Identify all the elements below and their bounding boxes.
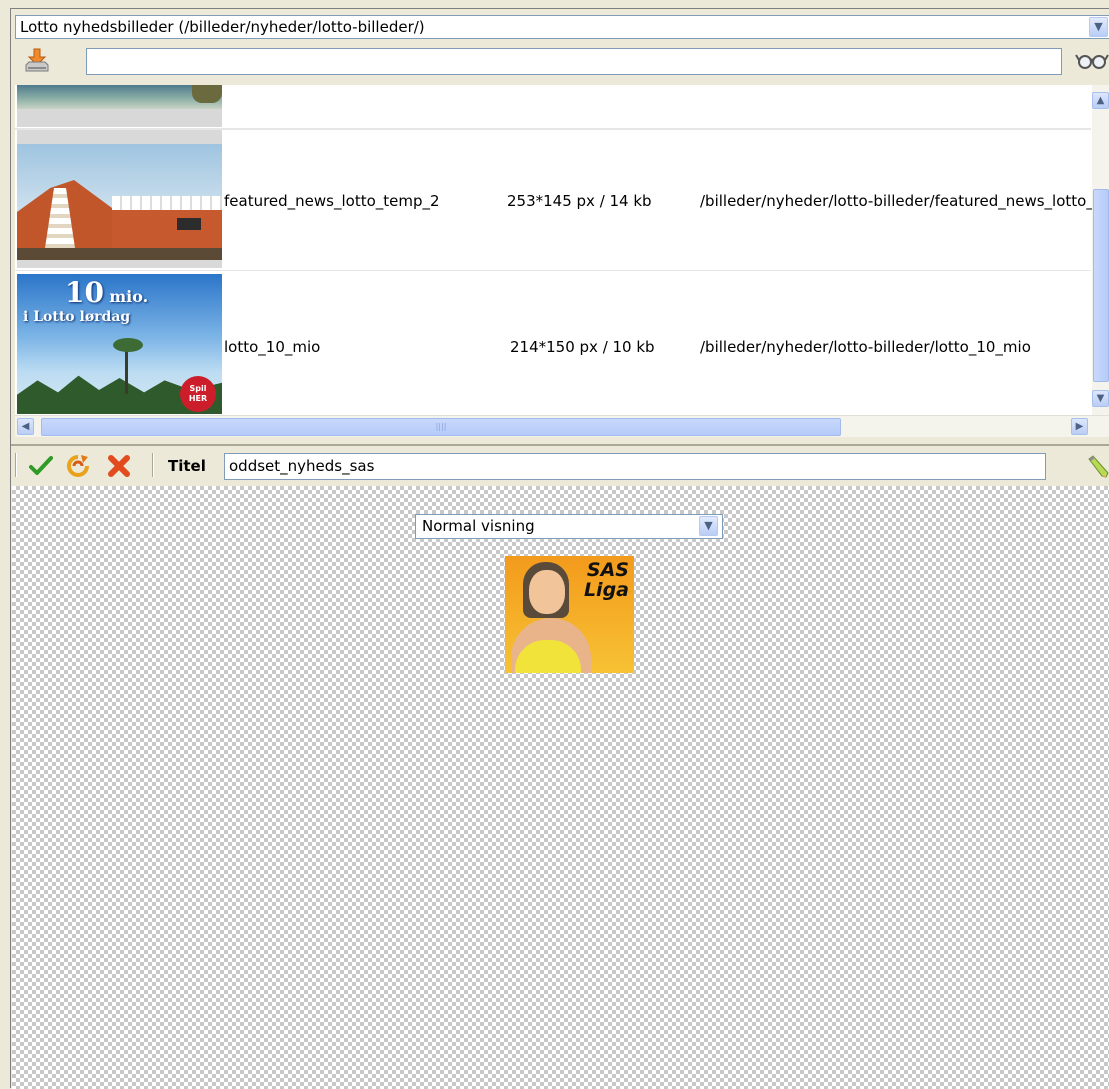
thumb-small-text: mio. — [109, 287, 149, 306]
image-name: lotto_10_mio — [224, 338, 321, 356]
thumbnail-partial[interactable] — [17, 85, 222, 127]
folder-select[interactable]: Lotto nyhedsbilleder (/billeder/nyheder/… — [15, 15, 1109, 39]
scroll-left-icon[interactable]: ◀ — [17, 418, 34, 435]
image-name: featured_news_lotto_temp_2 — [224, 192, 440, 210]
preview-text-line1: SAS — [586, 559, 629, 581]
view-mode-select[interactable]: Normal visning ▼ — [415, 514, 723, 539]
refresh-icon[interactable] — [66, 454, 90, 478]
search-input[interactable] — [86, 48, 1062, 75]
image-manager-window: Lotto nyhedsbilleder (/billeder/nyheder/… — [10, 8, 1109, 1089]
image-path: /billeder/nyheder/lotto-billeder/lotto_1… — [700, 338, 1031, 356]
thumb-big-text: 10 — [65, 276, 104, 309]
thumb-line2-text: i Lotto lørdag — [23, 309, 131, 325]
image-info: 214*150 px / 10 kb — [510, 338, 655, 356]
search-row — [11, 45, 1109, 79]
folder-select-value: Lotto nyhedsbilleder (/billeder/nyheder/… — [20, 18, 425, 36]
list-item[interactable]: featured_news_lotto_temp_2 253*145 px / … — [15, 130, 1109, 270]
view-mode-value: Normal visning — [422, 517, 535, 535]
scroll-down-icon[interactable]: ▼ — [1092, 390, 1109, 407]
preview-image[interactable]: SAS Liga — [505, 556, 634, 673]
title-input-value: oddset_nyheds_sas — [229, 457, 375, 475]
vertical-scroll-thumb[interactable] — [1093, 189, 1109, 382]
image-preview-area: Normal visning ▼ SAS Liga — [12, 486, 1109, 1089]
glasses-icon[interactable] — [1075, 49, 1109, 73]
toolbar-separator — [15, 453, 17, 477]
image-info: 253*145 px / 14 kb — [507, 192, 652, 210]
badge-line2: HER — [188, 394, 208, 403]
horizontal-scrollbar[interactable]: ◀ |||| ▶ — [15, 415, 1109, 437]
image-path: /billeder/nyheder/lotto-billeder/feature… — [700, 192, 1109, 210]
preview-text-line2: Liga — [583, 579, 629, 601]
chevron-down-icon[interactable]: ▼ — [1089, 17, 1108, 37]
horizontal-scroll-thumb[interactable]: |||| — [41, 418, 841, 436]
image-list: featured_news_lotto_temp_2 253*145 px / … — [15, 85, 1109, 416]
panel-divider — [11, 444, 1109, 446]
checkmark-icon[interactable] — [29, 454, 53, 478]
list-item[interactable]: 10 mio. i Lotto lørdag Spil HER lotto_10… — [15, 274, 1091, 416]
chevron-down-icon[interactable]: ▼ — [699, 516, 718, 536]
vertical-scrollbar[interactable]: ▲ ▼ — [1092, 85, 1109, 416]
scroll-up-icon[interactable]: ▲ — [1092, 92, 1109, 109]
delete-x-icon[interactable] — [107, 454, 131, 478]
editor-toolbar: Titel oddset_nyheds_sas — [11, 449, 1109, 483]
thumbnail-lotto-10-mio[interactable]: 10 mio. i Lotto lørdag Spil HER — [17, 274, 222, 414]
badge-line1: Spil — [189, 384, 207, 393]
thumbnail-featured-news[interactable] — [17, 130, 222, 268]
pencil-icon[interactable] — [1085, 453, 1109, 479]
scroll-right-icon[interactable]: ▶ — [1071, 418, 1088, 435]
title-label: Titel — [168, 457, 206, 475]
title-input[interactable]: oddset_nyheds_sas — [224, 453, 1046, 480]
upload-icon[interactable] — [23, 47, 51, 75]
toolbar-separator — [152, 453, 154, 477]
